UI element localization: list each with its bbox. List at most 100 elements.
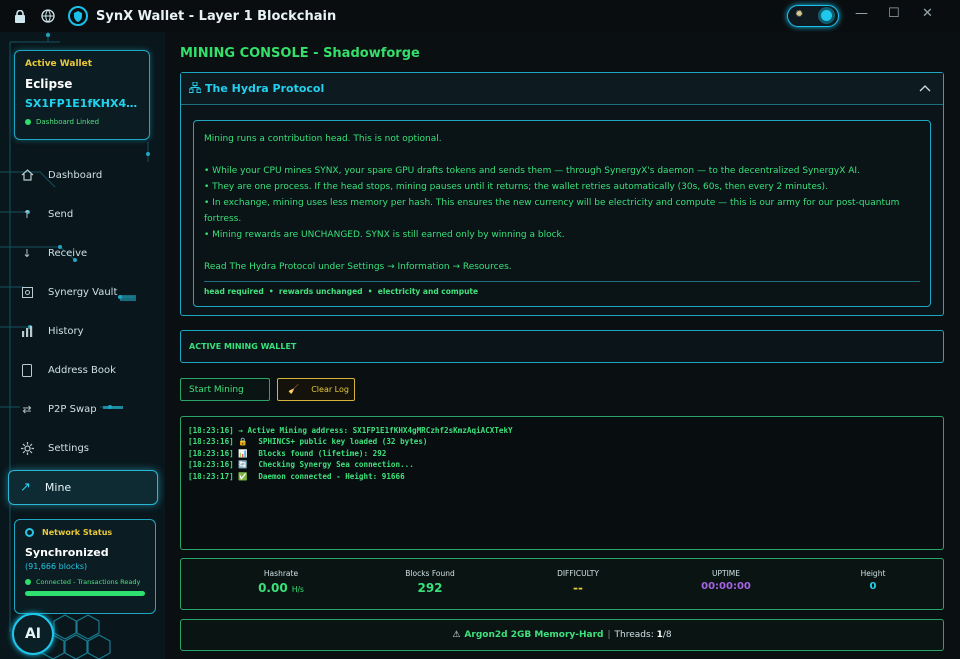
network-icon bbox=[25, 528, 34, 537]
threads-total: /8 bbox=[662, 630, 672, 640]
status-dot-icon bbox=[25, 119, 31, 125]
trend-up-icon: ↗ bbox=[20, 480, 31, 495]
nav-label: Dashboard bbox=[48, 169, 103, 181]
warning-icon: ⚠ bbox=[452, 630, 461, 640]
nav-receive[interactable]: ↓ Receive bbox=[20, 240, 160, 266]
nav-label: Receive bbox=[48, 247, 88, 259]
check-icon: ✅ bbox=[238, 471, 248, 481]
stat-uptime: UPTIME 00:00:00 bbox=[666, 569, 786, 592]
chart-icon: 📊 bbox=[238, 448, 248, 458]
hydra-title: The Hydra Protocol bbox=[205, 82, 325, 95]
threads-label: Threads: bbox=[614, 630, 654, 640]
globe-icon[interactable] bbox=[40, 8, 56, 24]
swap-icon: ⇄ bbox=[22, 402, 32, 416]
stat-hashrate: Hashrate 0.00 H/s bbox=[221, 569, 341, 595]
refresh-icon: 🔄 bbox=[238, 460, 248, 470]
connected-dot-icon bbox=[25, 579, 31, 585]
sidebar: Active Wallet Eclipse SX1FP1E1fKHX4gMRC.… bbox=[0, 32, 165, 659]
maximize-button[interactable]: ☐ bbox=[888, 6, 900, 21]
hydra-bullet: • While your CPU mines SYNX, your spare … bbox=[204, 166, 860, 176]
stat-value: -- bbox=[573, 581, 583, 595]
nav-label: History bbox=[48, 325, 84, 337]
nav-label: Mine bbox=[44, 481, 72, 494]
stat-label: DIFFICULTY bbox=[557, 569, 599, 578]
ai-assistant-button[interactable]: AI bbox=[12, 613, 54, 655]
close-button[interactable]: ✕ bbox=[922, 6, 933, 21]
algorithm-name: Argon2d 2GB Memory-Hard bbox=[464, 630, 604, 640]
gear-icon bbox=[20, 441, 34, 455]
sync-progress-bar bbox=[25, 591, 145, 596]
lock-icon[interactable] bbox=[12, 8, 28, 24]
nav-address-book[interactable]: Address Book bbox=[20, 357, 160, 383]
shield-logo-icon bbox=[68, 6, 88, 26]
wallet-address: SX1FP1E1fKHX4gMRC... bbox=[25, 97, 139, 110]
theme-toggle[interactable]: ✹ bbox=[787, 5, 839, 27]
active-wallet-card[interactable]: Active Wallet Eclipse SX1FP1E1fKHX4gMRC.… bbox=[14, 50, 150, 140]
sun-icon: ✹ bbox=[795, 9, 804, 20]
nav-settings[interactable]: Settings bbox=[20, 435, 160, 461]
stat-value: 0 bbox=[869, 581, 877, 592]
network-status-title: Network Status bbox=[25, 528, 145, 537]
active-wallet-label: Active Wallet bbox=[25, 59, 93, 69]
nav-p2p-swap[interactable]: ⇄ P2P Swap bbox=[20, 396, 160, 422]
hydra-read-more: Read The Hydra Protocol under Settings →… bbox=[204, 262, 512, 272]
clear-log-label: Clear Log bbox=[311, 385, 349, 394]
hydra-accordion-header[interactable]: The Hydra Protocol bbox=[181, 73, 943, 105]
algorithm-bar: ⚠ Argon2d 2GB Memory-Hard | Threads: 1/8 bbox=[180, 619, 944, 651]
broom-icon: 🧹 bbox=[288, 384, 300, 395]
stat-value: 292 bbox=[417, 581, 443, 595]
main-content: MINING CONSOLE - Shadowforge The Hydra P… bbox=[165, 32, 960, 659]
network-nodes-icon bbox=[188, 81, 202, 96]
home-icon bbox=[20, 168, 34, 182]
nav-mine[interactable]: ↗ Mine bbox=[8, 470, 158, 505]
nav-history[interactable]: History bbox=[20, 318, 160, 344]
mining-stats-panel: Hashrate 0.00 H/s Blocks Found 292 DIFFI… bbox=[180, 558, 944, 610]
stat-label: Blocks Found bbox=[405, 569, 455, 578]
clear-log-button[interactable]: 🧹 Clear Log bbox=[277, 378, 355, 401]
hydra-protocol-panel: The Hydra Protocol Mining runs a contrib… bbox=[180, 72, 944, 316]
nav-label: P2P Swap bbox=[48, 403, 97, 415]
hydra-bullet: • In exchange, mining uses less memory p… bbox=[204, 198, 900, 224]
network-title-label: Network Status bbox=[42, 528, 113, 537]
book-icon bbox=[20, 363, 34, 377]
stat-label: UPTIME bbox=[711, 569, 740, 578]
linked-label: Dashboard Linked bbox=[36, 118, 100, 126]
separator: | bbox=[607, 630, 611, 640]
toggle-knob bbox=[818, 7, 835, 24]
nav-synergy-vault[interactable]: Synergy Vault bbox=[20, 279, 160, 305]
nav-dashboard[interactable]: Dashboard bbox=[20, 162, 160, 188]
nav-label: Settings bbox=[48, 442, 90, 454]
arrow-up-icon: ↑ bbox=[22, 207, 32, 221]
arrow-down-icon: ↓ bbox=[22, 246, 32, 260]
nav-send[interactable]: ↑ Send bbox=[20, 201, 160, 227]
network-status-card: Network Status Synchronized (91,666 bloc… bbox=[14, 519, 156, 614]
nav-label: Synergy Vault bbox=[48, 286, 118, 298]
start-mining-button[interactable]: Start Mining bbox=[180, 378, 270, 401]
hydra-description: Mining runs a contribution head. This is… bbox=[193, 120, 931, 307]
mining-log[interactable]: [18:23:16] → Active Mining address: SX1F… bbox=[180, 416, 944, 550]
wallet-name: Eclipse bbox=[25, 77, 73, 91]
stat-value: 00:00:00 bbox=[701, 581, 751, 592]
hydra-bullet: • Mining rewards are UNCHANGED. SYNX is … bbox=[204, 230, 565, 240]
nav-label: Send bbox=[48, 208, 74, 220]
stat-label: Height bbox=[860, 569, 886, 578]
active-mining-wallet-panel[interactable]: ACTIVE MINING WALLET bbox=[180, 330, 944, 363]
bar-chart-icon bbox=[20, 324, 34, 338]
log-line: [18:23:16] 🔄 Checking Synergy Sea connec… bbox=[188, 460, 414, 470]
hydra-bullet: • They are one process. If the head stop… bbox=[204, 182, 828, 192]
stat-blocks-found: Blocks Found 292 bbox=[370, 569, 490, 595]
log-line: [18:23:16] 🔒 SPHINCS+ public key loaded … bbox=[188, 437, 428, 447]
lock-icon: 🔒 bbox=[238, 437, 248, 447]
page-title: MINING CONSOLE - Shadowforge bbox=[180, 46, 420, 61]
hydra-intro: Mining runs a contribution head. This is… bbox=[204, 134, 442, 144]
stat-difficulty: DIFFICULTY -- bbox=[518, 569, 638, 595]
stat-label: Hashrate bbox=[263, 569, 299, 578]
arrow-icon: → bbox=[238, 426, 243, 435]
dashboard-linked-status: Dashboard Linked bbox=[25, 118, 139, 126]
minimize-button[interactable]: — bbox=[855, 6, 868, 21]
connection-label: Connected - Transactions Ready bbox=[36, 578, 141, 586]
stat-value: 0.00 H/s bbox=[258, 581, 304, 595]
chevron-up-icon[interactable] bbox=[919, 81, 931, 95]
window-title: SynX Wallet - Layer 1 Blockchain bbox=[96, 8, 337, 24]
title-bar: SynX Wallet - Layer 1 Blockchain ✹ — ☐ ✕ bbox=[0, 0, 960, 32]
